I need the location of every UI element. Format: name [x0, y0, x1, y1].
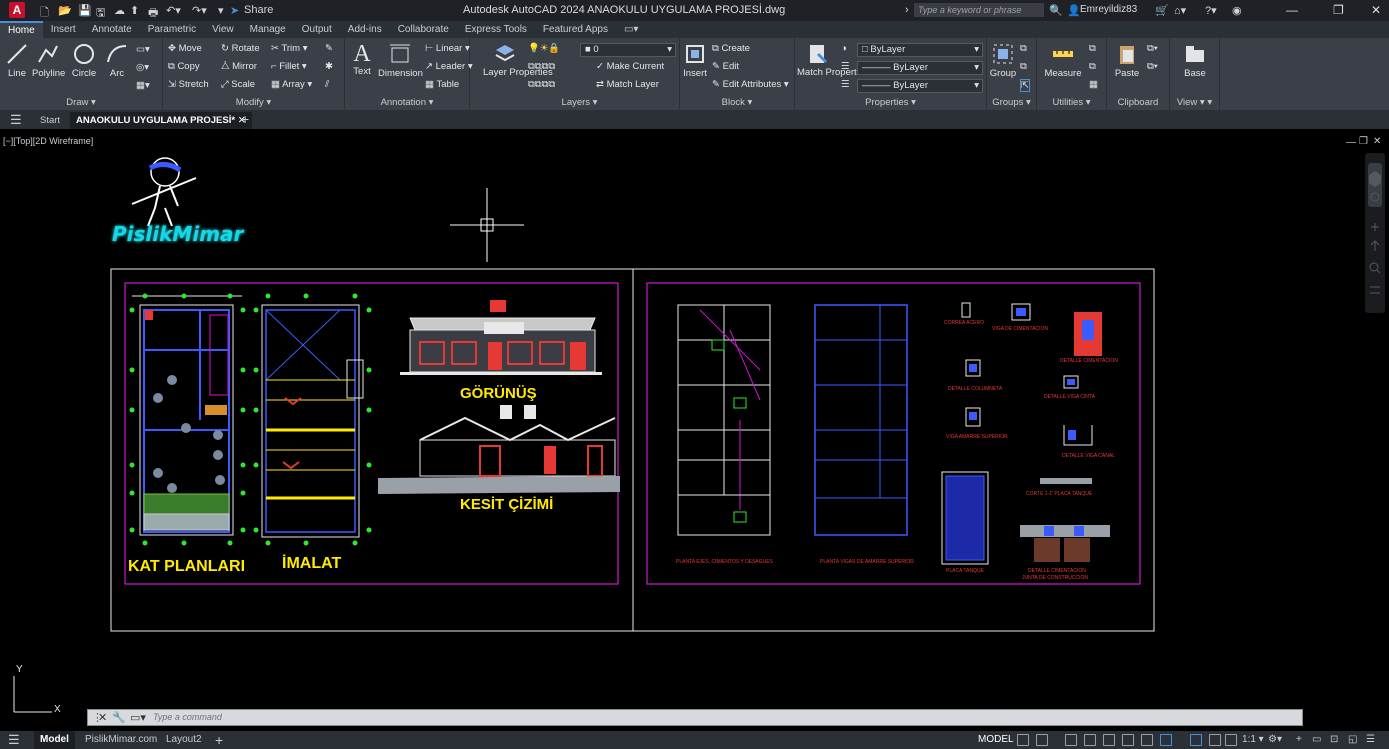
label-det-cim-2: DETALLE CIMENTACION [1028, 568, 1086, 574]
label-det-col: DETALLE COLUMNETA [948, 386, 1003, 392]
isolate-objects-icon[interactable]: ◱ [1348, 731, 1357, 749]
label-viga-cim: VIGA DE CIMENTACION [992, 326, 1049, 332]
annotation-scale[interactable]: 1:1 ▾ [1242, 731, 1264, 749]
label-viga-amarre: VIGA AMARRE SUPERIOR [946, 434, 1008, 440]
annotation-monitor-icon[interactable]: + [1296, 731, 1302, 749]
hardware-acceleration-icon[interactable]: ⊡ [1330, 731, 1338, 749]
structural-plan-2 [814, 304, 908, 536]
customize-status-icon[interactable]: ☰ [1366, 731, 1375, 749]
selection-cycling-icon[interactable] [1190, 734, 1202, 746]
label-placa-tanque: PLACA TANQUE [946, 568, 984, 574]
command-history-icon[interactable]: ▭▾ [130, 711, 146, 724]
command-input[interactable]: Type a command [153, 712, 222, 722]
object-snap-tracking-icon[interactable] [1122, 734, 1134, 746]
structural-plan-1 [677, 304, 771, 536]
workspace-gear-icon[interactable]: ⚙▾ [1268, 731, 1282, 749]
tab-layout2[interactable]: Layout2 [166, 731, 202, 749]
ortho-icon[interactable] [1065, 734, 1077, 746]
osnap-icon[interactable] [1141, 734, 1153, 746]
label-kesit-cizimi: KESİT ÇİZİMİ [460, 496, 554, 513]
furniture-symbols [153, 375, 225, 493]
annotation-visibility-icon[interactable] [1209, 734, 1221, 746]
svg-text:X: X [54, 704, 61, 715]
drawing-canvas[interactable] [0, 0, 1389, 749]
model-space-label[interactable]: MODEL [978, 731, 1014, 749]
command-close-icon[interactable]: ✕ [98, 711, 107, 724]
isodraft-icon[interactable] [1103, 734, 1115, 746]
floor-plan-2 [261, 304, 364, 538]
command-settings-icon[interactable]: 🔧 [112, 711, 126, 724]
tab-layout1[interactable]: PislikMimar.com [85, 731, 157, 749]
label-imalat: İMALAT [282, 555, 342, 572]
label-junta: JUNTA DE CONSTRUCCION [1022, 575, 1089, 581]
command-line[interactable]: ⋮ ✕ 🔧 ▭▾ Type a command [87, 709, 1303, 726]
svg-text:Y: Y [16, 664, 23, 675]
snap-icon[interactable] [1036, 734, 1048, 746]
label-planta-2: PLANTA VIGAS DE AMARRE SUPERIOR [820, 559, 914, 565]
lineweight-toggle-icon[interactable] [1160, 734, 1172, 746]
layout-menu-icon[interactable]: ☰ [8, 731, 20, 749]
label-det-viga-cinta: DETALLE VIGA CINTA [1044, 394, 1095, 400]
label-det-viga-canal: DETALLE VIGA CANAL [1062, 453, 1115, 459]
status-bar: ☰ Model PislikMimar.com Layout2 + MODEL … [0, 731, 1389, 749]
label-gorunus: GÖRÜNÜŞ [460, 385, 537, 402]
floor-plan-1 [132, 295, 242, 536]
annotation-autoscale-icon[interactable] [1225, 734, 1237, 746]
label-corte-placa: CORTE 1-1' PLACA TANQUE [1026, 491, 1093, 497]
label-planta-1: PLANTA EJES, CIMIENTOS Y DESAGUES [676, 559, 773, 565]
label-det-cim: DETALLE CIMENTACION [1060, 358, 1118, 364]
section-drawing [378, 405, 620, 494]
polar-icon[interactable] [1084, 734, 1096, 746]
facade-elevation [400, 300, 602, 375]
add-layout-icon[interactable]: + [215, 731, 223, 749]
ucs-axis-icon: Y X [13, 664, 61, 715]
label-correa: CORREA ACERO [944, 320, 985, 326]
grid-icon[interactable] [1017, 734, 1029, 746]
label-kat-planlari: KAT PLANLARI [128, 558, 246, 575]
tab-model[interactable]: Model [34, 731, 75, 749]
units-icon[interactable]: ▭ [1312, 731, 1321, 749]
